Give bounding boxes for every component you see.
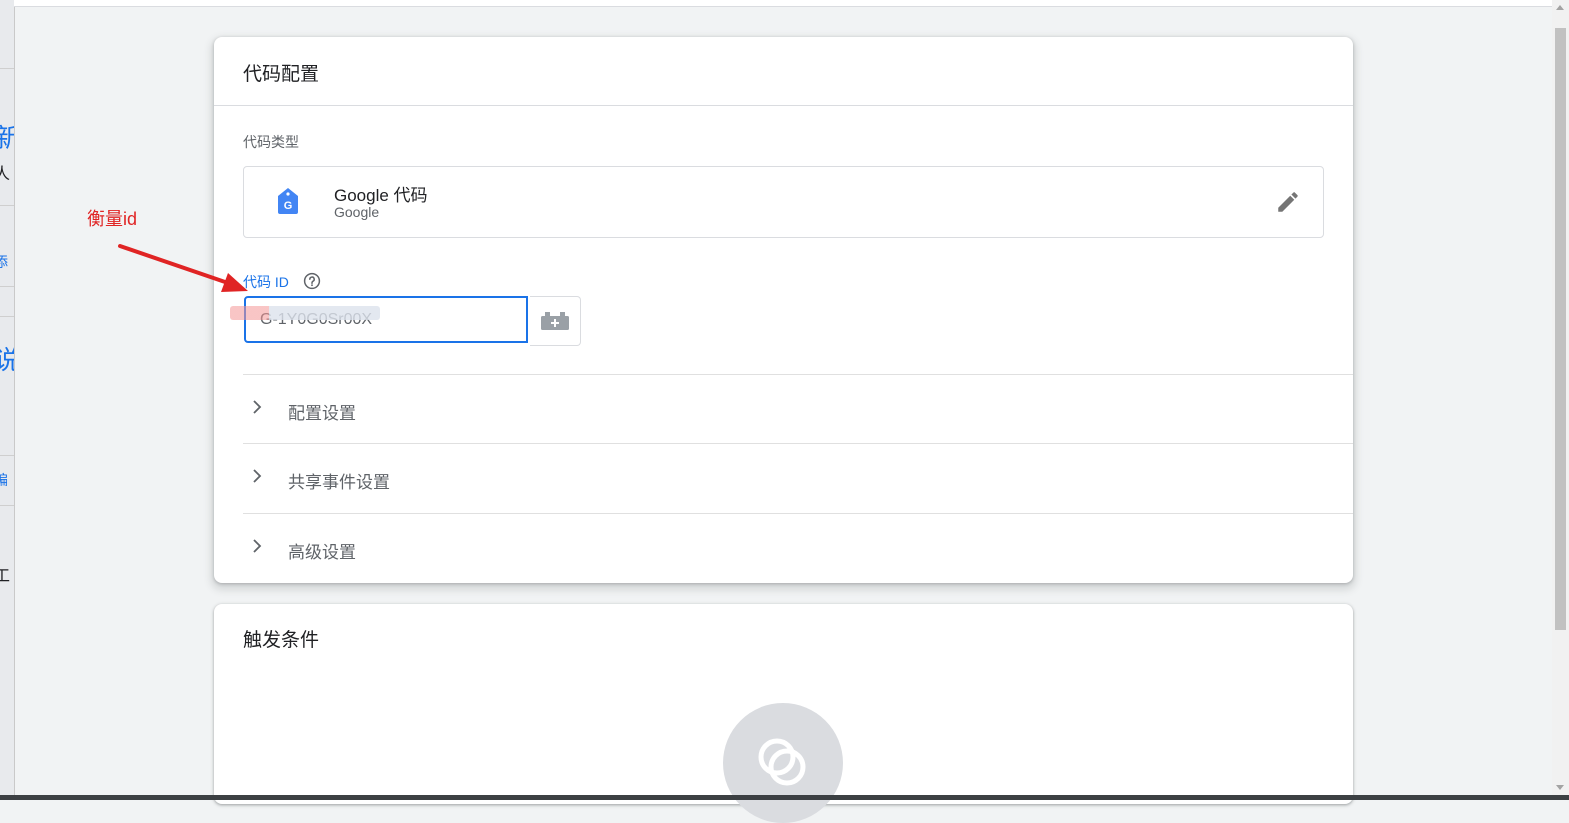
section-label: 高级设置 (288, 543, 356, 562)
variable-brick-icon (541, 312, 569, 330)
annotation-arrow-icon (118, 244, 248, 292)
background-page-sidebar: 新 人 添 说 编 工 (0, 0, 15, 795)
tag-type-name: Google 代码 (334, 186, 428, 205)
divider (0, 205, 14, 206)
triggering-card[interactable]: 触发条件 (214, 604, 1353, 823)
tag-type-label: 代码类型 (243, 134, 299, 150)
pencil-icon[interactable] (1275, 189, 1301, 215)
tag-type-vendor: Google (334, 204, 380, 220)
annotation-label: 衡量id (87, 209, 138, 229)
divider (0, 455, 14, 456)
trigger-placeholder-icon[interactable] (723, 703, 843, 823)
taskbar-edge (0, 795, 1569, 800)
section-config-settings[interactable]: 配置设置 (243, 374, 1353, 444)
section-advanced-settings[interactable]: 高级设置 (243, 513, 1353, 583)
background-text: 编 (0, 470, 8, 490)
background-text: 说 (0, 340, 14, 377)
section-shared-event-settings[interactable]: 共享事件设置 (243, 443, 1353, 513)
help-icon[interactable] (303, 272, 321, 290)
vertical-scrollbar[interactable] (1552, 0, 1569, 795)
code-config-card: 代码配置 代码类型 G Google 代码 Google 代码 ID 配置设置 (214, 37, 1353, 583)
background-text: 工 (0, 562, 10, 586)
background-text: 新 (0, 118, 14, 155)
scroll-up-icon[interactable] (1556, 5, 1564, 10)
scrollbar-thumb[interactable] (1555, 28, 1566, 630)
svg-text:G: G (284, 200, 293, 212)
section-label: 共享事件设置 (288, 473, 390, 492)
divider (0, 286, 14, 287)
background-text: 人 (0, 160, 10, 184)
tag-type-selector[interactable]: G Google 代码 Google (243, 166, 1324, 238)
chevron-right-icon (253, 469, 262, 483)
section-label: 配置设置 (288, 404, 356, 423)
background-text: 添 (0, 252, 8, 272)
background-top-bar (14, 0, 1552, 7)
google-tag-icon: G (278, 188, 298, 214)
code-config-title: 代码配置 (243, 64, 320, 85)
chevron-right-icon (253, 400, 262, 414)
scroll-down-icon[interactable] (1556, 785, 1564, 790)
chevron-right-icon (253, 539, 262, 553)
divider (0, 505, 14, 506)
insert-variable-button[interactable] (530, 296, 581, 346)
triggering-title: 触发条件 (243, 630, 320, 651)
divider (0, 316, 14, 317)
header-divider (214, 105, 1353, 106)
trigger-circles-icon (758, 738, 806, 786)
tag-id-input[interactable] (244, 296, 528, 343)
divider (0, 68, 14, 69)
